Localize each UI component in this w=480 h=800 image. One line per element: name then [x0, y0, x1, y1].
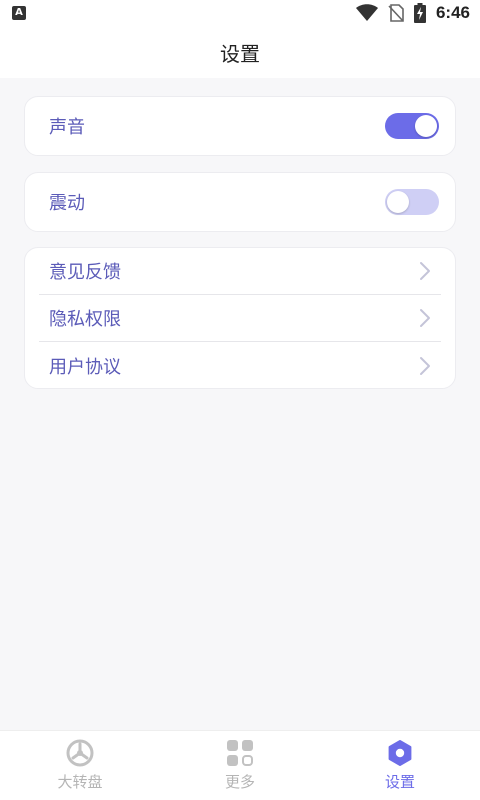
toggle-knob [387, 191, 409, 213]
vibration-toggle[interactable] [385, 189, 439, 215]
sound-card: 声音 [24, 96, 456, 156]
no-sim-icon [388, 4, 404, 22]
nav-label: 设置 [384, 773, 415, 791]
list-item-label: 隐私权限 [49, 309, 121, 330]
sound-toggle[interactable] [385, 113, 439, 139]
list-item-label: 意见反馈 [49, 262, 121, 283]
list-item-label: 用户协议 [49, 356, 121, 378]
vibration-row: 震动 [25, 173, 455, 231]
status-bar: A 6:46 [0, 0, 480, 26]
nav-item-wheel[interactable]: 大转盘 [0, 731, 160, 800]
vibration-label: 震动 [49, 193, 85, 214]
list-item-feedback[interactable]: 意见反馈 [39, 248, 441, 295]
grid-icon [226, 739, 254, 767]
nav-label: 更多 [224, 773, 255, 791]
sound-row: 声音 [25, 97, 455, 155]
nav-label: 大转盘 [57, 773, 103, 791]
links-card: 意见反馈 隐私权限 用户协议 [24, 247, 456, 389]
list-item-agreement[interactable]: 用户协议 [39, 342, 441, 389]
header: 设置 [0, 26, 480, 78]
sound-label: 声音 [49, 117, 85, 138]
nav-item-settings[interactable]: 设置 [320, 731, 480, 800]
status-time: 6:46 [435, 3, 470, 22]
status-left: A [12, 6, 26, 20]
toggle-knob [415, 115, 437, 137]
battery-charging-icon [413, 3, 426, 23]
chevron-right-icon [413, 306, 437, 330]
nav-item-more[interactable]: 更多 [160, 731, 320, 800]
wifi-icon [355, 4, 378, 21]
page-title: 设置 [220, 41, 260, 66]
wheel-icon [66, 739, 94, 767]
chevron-right-icon [413, 259, 437, 283]
chevron-right-icon [413, 354, 437, 378]
gear-icon [386, 739, 414, 767]
status-right: 6:46 [355, 3, 470, 23]
list-item-privacy[interactable]: 隐私权限 [39, 295, 441, 342]
vibration-card: 震动 [24, 172, 456, 232]
bottom-nav: 大转盘 更多 设置 [0, 730, 480, 800]
app-notification-icon: A [12, 6, 26, 20]
